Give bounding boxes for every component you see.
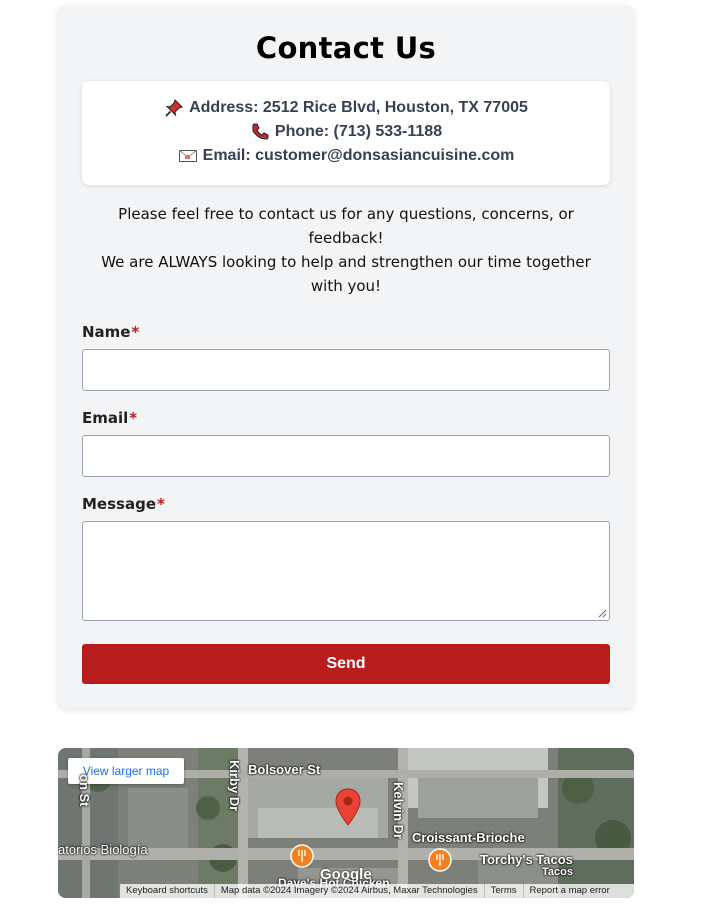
- map-pin-icon[interactable]: [335, 788, 361, 826]
- contact-card: Contact Us Address: 2512 Rice Blvd, Hous…: [58, 5, 634, 708]
- message-wrapper: [82, 521, 610, 621]
- report-error-link[interactable]: Report a map error: [524, 884, 616, 898]
- intro-line-2: We are ALWAYS looking to help and streng…: [101, 253, 591, 295]
- required-mark: *: [131, 323, 140, 341]
- page-title: Contact Us: [255, 31, 437, 65]
- phone-line: Phone: (713) 533-1188: [82, 120, 610, 144]
- resize-grip-icon[interactable]: [598, 609, 607, 618]
- email-label: Email*: [82, 409, 138, 427]
- name-input[interactable]: [82, 349, 610, 391]
- pushpin-icon: [164, 98, 184, 118]
- embedded-map[interactable]: View larger map Bolsover St Kirby Dr Kel…: [58, 748, 634, 898]
- google-logo: Google: [320, 866, 372, 883]
- required-mark: *: [157, 495, 165, 513]
- intro-text: Please feel free to contact us for any q…: [90, 202, 602, 298]
- place-label: Croissant-Brioche: [412, 830, 525, 845]
- phone-icon: [250, 122, 270, 142]
- message-textarea[interactable]: [82, 521, 610, 621]
- street-label: on St: [77, 774, 92, 807]
- required-mark: *: [129, 409, 138, 427]
- email-line: Email: customer@donsasiancuisine.com: [82, 144, 610, 168]
- message-label: Message*: [82, 495, 165, 513]
- phone-text: Phone: (713) 533-1188: [274, 123, 443, 140]
- email-text: Email: customer@donsasiancuisine.com: [202, 147, 515, 164]
- keyboard-shortcuts-link[interactable]: Keyboard shortcuts: [120, 884, 215, 898]
- address-line: Address: 2512 Rice Blvd, Houston, TX 770…: [82, 96, 610, 120]
- envelope-icon: [178, 146, 198, 166]
- name-label: Name*: [82, 323, 140, 341]
- terms-link[interactable]: Terms: [485, 884, 524, 898]
- restaurant-icon[interactable]: [290, 844, 314, 868]
- map-data-text: Map data ©2024 Imagery ©2024 Airbus, Max…: [215, 884, 485, 898]
- street-label: Kirby Dr: [227, 760, 242, 812]
- address-text: Address: 2512 Rice Blvd, Houston, TX 770…: [189, 99, 528, 116]
- place-label: Torchy's Tacos: [480, 852, 573, 867]
- contact-info-box: Address: 2512 Rice Blvd, Houston, TX 770…: [82, 81, 610, 185]
- map-attribution-bar: Keyboard shortcuts Map data ©2024 Imager…: [120, 884, 634, 898]
- street-label: Kelvin Dr: [391, 782, 406, 840]
- place-label: Tacos: [542, 866, 573, 878]
- email-input[interactable]: [82, 435, 610, 477]
- restaurant-icon[interactable]: [428, 848, 452, 872]
- intro-line-1: Please feel free to contact us for any q…: [118, 205, 574, 247]
- place-label: atorios Biología: [58, 842, 148, 857]
- street-label: Bolsover St: [248, 762, 321, 777]
- send-button[interactable]: Send: [82, 644, 610, 684]
